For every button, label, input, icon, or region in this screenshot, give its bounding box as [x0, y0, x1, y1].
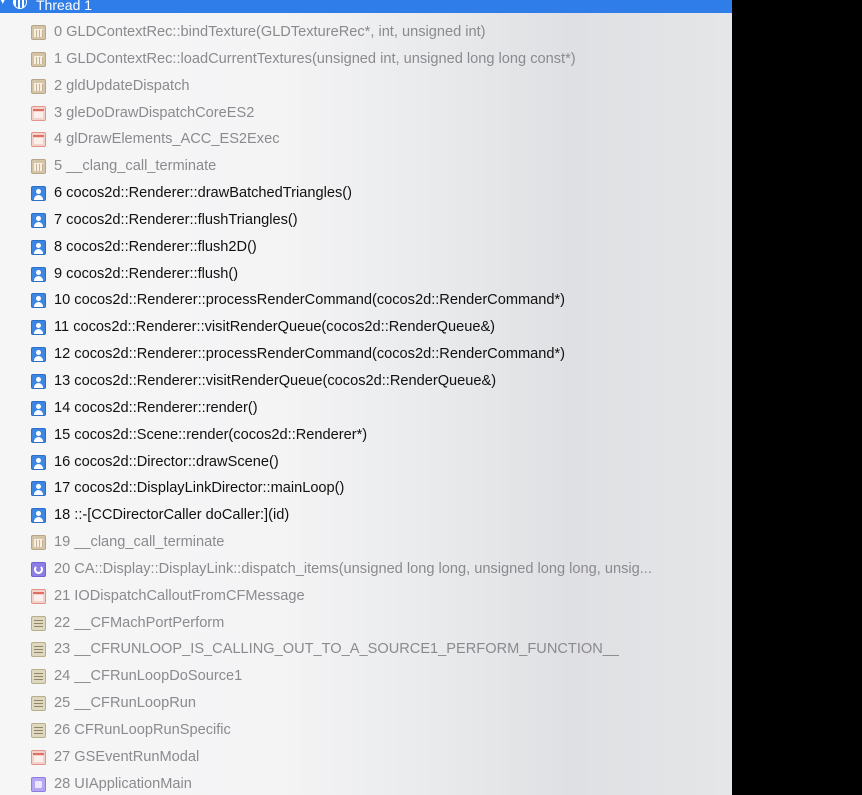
stack-frame-row[interactable]: 0 GLDContextRec::bindTexture(GLDTextureR…	[0, 19, 732, 46]
driver-icon	[31, 105, 46, 121]
core-foundation-icon	[31, 722, 46, 738]
stack-frame-row[interactable]: 23 __CFRUNLOOP_IS_CALLING_OUT_TO_A_SOURC…	[0, 636, 732, 663]
core-foundation-icon	[31, 642, 46, 658]
stack-frame-row[interactable]: 17 cocos2d::DisplayLinkDirector::mainLoo…	[0, 475, 732, 502]
library-icon	[31, 25, 46, 40]
core-animation-icon	[31, 561, 46, 577]
driver-icon	[31, 588, 46, 604]
stack-frame-list: 0 GLDContextRec::bindTexture(GLDTextureR…	[0, 19, 732, 795]
stack-frame-label: 26 CFRunLoopRunSpecific	[54, 721, 231, 738]
uikit-icon	[31, 776, 46, 792]
user-code-icon	[31, 373, 46, 389]
stack-frame-row[interactable]: 4 glDrawElements_ACC_ES2Exec	[0, 126, 732, 153]
stack-frame-row[interactable]: 24 __CFRunLoopDoSource1	[0, 663, 732, 690]
stack-frame-label: 17 cocos2d::DisplayLinkDirector::mainLoo…	[54, 480, 345, 497]
stack-frame-label: 8 cocos2d::Renderer::flush2D()	[54, 238, 257, 255]
chevron-down-icon[interactable]: ▾	[0, 0, 10, 8]
stack-frame-label: 3 gleDoDrawDispatchCoreES2	[54, 104, 255, 121]
stack-frame-row[interactable]: 12 cocos2d::Renderer::processRenderComma…	[0, 341, 732, 368]
stack-frame-row[interactable]: 1 GLDContextRec::loadCurrentTextures(uns…	[0, 46, 732, 73]
stack-frame-row[interactable]: 6 cocos2d::Renderer::drawBatchedTriangle…	[0, 180, 732, 207]
stack-frame-label: 7 cocos2d::Renderer::flushTriangles()	[54, 211, 298, 228]
stack-frame-row[interactable]: 10 cocos2d::Renderer::processRenderComma…	[0, 287, 732, 314]
user-code-icon	[31, 293, 46, 309]
user-code-icon	[31, 454, 46, 470]
user-code-icon	[31, 320, 46, 336]
stack-frame-label: 23 __CFRUNLOOP_IS_CALLING_OUT_TO_A_SOURC…	[54, 641, 620, 658]
stack-frame-label: 20 CA::Display::DisplayLink::dispatch_it…	[54, 560, 652, 577]
library-icon	[31, 535, 46, 551]
user-code-icon	[31, 212, 46, 228]
stack-frame-row[interactable]: 25 __CFRunLoopRun	[0, 690, 732, 717]
user-code-icon	[31, 347, 46, 363]
stack-frame-row[interactable]: 2 gldUpdateDispatch	[0, 73, 732, 100]
thread-row[interactable]: ▾ Thread 1	[0, 0, 732, 13]
user-code-icon	[31, 400, 46, 416]
user-code-icon	[31, 186, 46, 202]
stack-frame-row[interactable]: 15 cocos2d::Scene::render(cocos2d::Rende…	[0, 422, 732, 449]
stack-frame-row[interactable]: 5 __clang_call_terminate	[0, 153, 732, 180]
stack-frame-row[interactable]: 9 cocos2d::Renderer::flush()	[0, 261, 732, 288]
thread-icon	[13, 0, 27, 9]
core-foundation-icon	[31, 696, 46, 712]
stack-frame-row[interactable]: 22 __CFMachPortPerform	[0, 610, 732, 637]
stack-frame-label: 5 __clang_call_terminate	[54, 158, 217, 175]
stack-frame-row[interactable]: 26 CFRunLoopRunSpecific	[0, 717, 732, 744]
thread-title: Thread 1	[36, 0, 93, 13]
stack-frame-label: 1 GLDContextRec::loadCurrentTextures(uns…	[54, 50, 576, 67]
stack-frame-label: 25 __CFRunLoopRun	[54, 695, 196, 712]
stack-frame-label: 12 cocos2d::Renderer::processRenderComma…	[54, 346, 566, 363]
stack-frame-row[interactable]: 14 cocos2d::Renderer::render()	[0, 395, 732, 422]
stack-frame-label: 22 __CFMachPortPerform	[54, 614, 225, 631]
stack-frame-row[interactable]: 3 gleDoDrawDispatchCoreES2	[0, 100, 732, 127]
stack-frame-row[interactable]: 11 cocos2d::Renderer::visitRenderQueue(c…	[0, 314, 732, 341]
stack-frame-row[interactable]: 18 ::-[CCDirectorCaller doCaller:](id)	[0, 502, 732, 529]
stack-frame-row[interactable]: 7 cocos2d::Renderer::flushTriangles()	[0, 207, 732, 234]
stack-frame-label: 21 IODispatchCalloutFromCFMessage	[54, 587, 305, 604]
stack-frame-row[interactable]: 16 cocos2d::Director::drawScene()	[0, 449, 732, 476]
stack-frame-label: 0 GLDContextRec::bindTexture(GLDTextureR…	[54, 24, 486, 40]
stack-frame-label: 6 cocos2d::Renderer::drawBatchedTriangle…	[54, 185, 352, 202]
stack-frame-label: 10 cocos2d::Renderer::processRenderComma…	[54, 292, 566, 309]
stack-frame-label: 9 cocos2d::Renderer::flush()	[54, 265, 239, 282]
stack-frame-row[interactable]: 8 cocos2d::Renderer::flush2D()	[0, 234, 732, 261]
stack-frame-label: 13 cocos2d::Renderer::visitRenderQueue(c…	[54, 372, 497, 389]
library-icon	[31, 159, 46, 175]
stack-frame-label: 27 GSEventRunModal	[54, 748, 200, 765]
stack-frame-row[interactable]: 19 __clang_call_terminate	[0, 529, 732, 556]
core-foundation-icon	[31, 669, 46, 685]
stack-frame-row[interactable]: 28 UIApplicationMain	[0, 771, 732, 795]
driver-icon	[31, 749, 46, 765]
debug-navigator-panel: ▾ Thread 1 0 GLDContextRec::bindTexture(…	[0, 0, 732, 795]
stack-frame-label: 19 __clang_call_terminate	[54, 534, 225, 551]
core-foundation-icon	[31, 615, 46, 631]
stack-frame-row[interactable]: 27 GSEventRunModal	[0, 744, 732, 771]
stack-frame-label: 11 cocos2d::Renderer::visitRenderQueue(c…	[54, 319, 496, 336]
user-code-icon	[31, 239, 46, 255]
user-code-icon	[31, 481, 46, 497]
stack-frame-row[interactable]: 13 cocos2d::Renderer::visitRenderQueue(c…	[0, 368, 732, 395]
driver-icon	[31, 132, 46, 148]
stack-frame-row[interactable]: 21 IODispatchCalloutFromCFMessage	[0, 583, 732, 610]
library-icon	[31, 78, 46, 94]
stack-frame-label: 18 ::-[CCDirectorCaller doCaller:](id)	[54, 507, 290, 524]
stack-frame-row[interactable]: 20 CA::Display::DisplayLink::dispatch_it…	[0, 556, 732, 583]
user-code-icon	[31, 266, 46, 282]
stack-frame-label: 15 cocos2d::Scene::render(cocos2d::Rende…	[54, 426, 368, 443]
stack-frame-label: 28 UIApplicationMain	[54, 775, 192, 792]
stack-frame-label: 4 glDrawElements_ACC_ES2Exec	[54, 131, 280, 148]
stack-frame-label: 2 gldUpdateDispatch	[54, 77, 190, 94]
stack-frame-label: 24 __CFRunLoopDoSource1	[54, 668, 243, 685]
user-code-icon	[31, 427, 46, 443]
library-icon	[31, 51, 46, 67]
stack-frame-label: 16 cocos2d::Director::drawScene()	[54, 453, 279, 470]
stack-frame-label: 14 cocos2d::Renderer::render()	[54, 399, 258, 416]
user-code-icon	[31, 508, 46, 524]
